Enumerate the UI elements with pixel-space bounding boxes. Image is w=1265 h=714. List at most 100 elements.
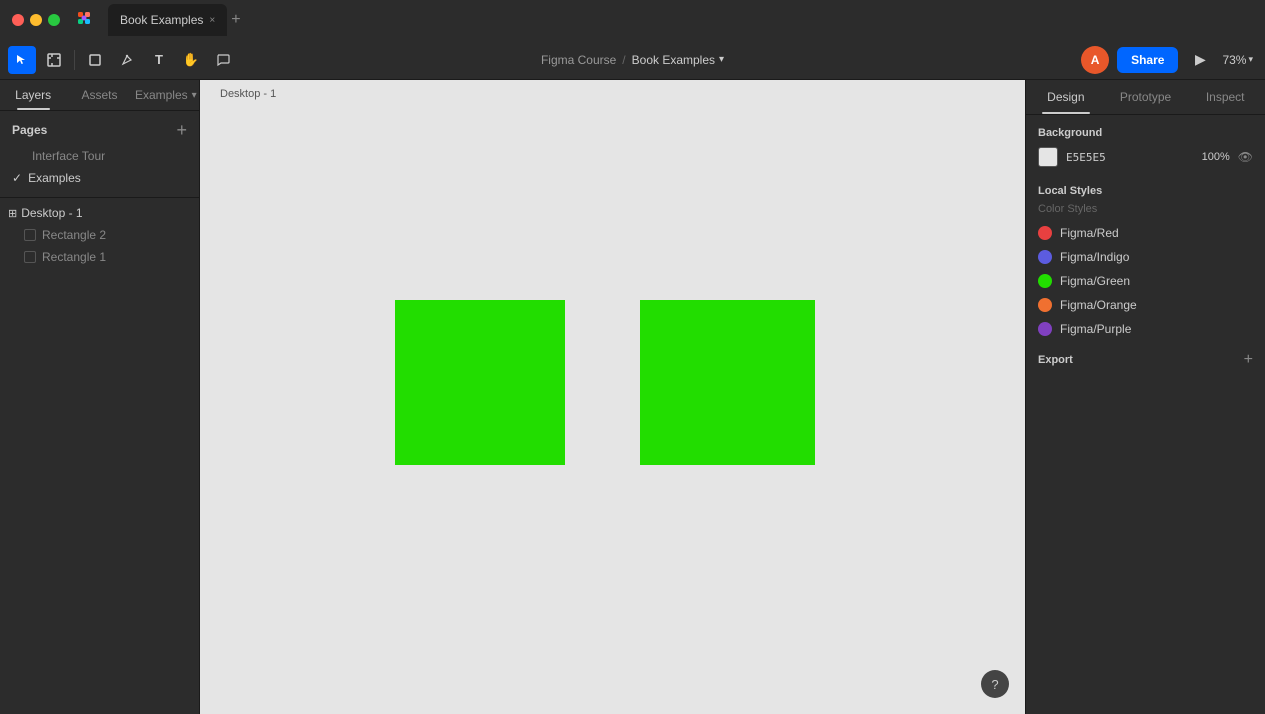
layer-item-rectangle1[interactable]: Rectangle 1 bbox=[0, 246, 199, 268]
color-style-item[interactable]: Figma/Red bbox=[1026, 221, 1265, 245]
toolbar: T ✋ Figma Course / Book Examples ▾ A Sha… bbox=[0, 40, 1265, 80]
layers-divider bbox=[0, 197, 199, 198]
zoom-chevron-icon: ▾ bbox=[1248, 54, 1253, 65]
layer-item-rectangle2[interactable]: Rectangle 2 bbox=[0, 224, 199, 246]
avatar: A bbox=[1081, 46, 1109, 74]
tab-label: Book Examples bbox=[120, 13, 203, 27]
rectangle-2[interactable] bbox=[640, 300, 815, 465]
play-button[interactable]: ▶ bbox=[1186, 46, 1214, 74]
layer-frame-group[interactable]: ⊞ Desktop - 1 bbox=[0, 202, 199, 224]
right-panel: Design Prototype Inspect Background E5E5… bbox=[1025, 80, 1265, 714]
pages-header: Pages + bbox=[0, 111, 199, 145]
bg-color-swatch[interactable] bbox=[1038, 147, 1058, 167]
tab-assets[interactable]: Assets bbox=[66, 80, 132, 110]
bg-opacity-value[interactable]: 100% bbox=[1202, 151, 1230, 163]
export-title: Export bbox=[1038, 354, 1073, 366]
color-swatch-dot bbox=[1038, 322, 1052, 336]
page-item-interface-tour[interactable]: Interface Tour bbox=[0, 145, 199, 167]
layer-label: Rectangle 1 bbox=[42, 250, 106, 264]
move-tool-button[interactable] bbox=[8, 46, 36, 74]
tab-close-icon[interactable]: × bbox=[209, 15, 215, 26]
tab-assets-label: Assets bbox=[81, 88, 117, 102]
right-panel-tabs: Design Prototype Inspect bbox=[1026, 80, 1265, 115]
tab-inspect[interactable]: Inspect bbox=[1185, 80, 1265, 114]
tab-inspect-label: Inspect bbox=[1206, 90, 1245, 104]
rectangle-1[interactable] bbox=[395, 300, 565, 465]
breadcrumb-current-label: Book Examples bbox=[632, 53, 715, 67]
left-panel: Layers Assets Examples ▾ Pages + Interfa… bbox=[0, 80, 200, 714]
color-swatch-dot bbox=[1038, 250, 1052, 264]
comment-tool-button[interactable] bbox=[209, 46, 237, 74]
color-style-name: Figma/Green bbox=[1060, 274, 1130, 288]
layer-visibility-checkbox[interactable] bbox=[24, 251, 36, 263]
zoom-level: 73% bbox=[1222, 53, 1246, 67]
background-row: E5E5E5 100% 👁 bbox=[1038, 147, 1253, 167]
panel-tabs: Layers Assets Examples ▾ bbox=[0, 80, 199, 111]
color-style-name: Figma/Indigo bbox=[1060, 250, 1129, 264]
hand-tool-button[interactable]: ✋ bbox=[177, 46, 205, 74]
window-controls bbox=[12, 14, 60, 26]
zoom-control[interactable]: 73% ▾ bbox=[1222, 53, 1253, 67]
figma-logo bbox=[76, 10, 92, 31]
color-styles-list: Figma/Red Figma/Indigo Figma/Green Figma/Or… bbox=[1026, 221, 1265, 341]
toolbar-right: A Share ▶ 73% ▾ bbox=[1069, 46, 1265, 74]
bg-hex-value[interactable]: E5E5E5 bbox=[1066, 151, 1194, 164]
color-style-item[interactable]: Figma/Orange bbox=[1026, 293, 1265, 317]
background-section: Background E5E5E5 100% 👁 bbox=[1026, 115, 1265, 175]
help-button[interactable]: ? bbox=[981, 670, 1009, 698]
color-style-name: Figma/Purple bbox=[1060, 322, 1131, 336]
color-style-item[interactable]: Figma/Indigo bbox=[1026, 245, 1265, 269]
page-item-examples[interactable]: ✓ Examples bbox=[0, 167, 199, 189]
color-style-name: Figma/Orange bbox=[1060, 298, 1137, 312]
minimize-button[interactable] bbox=[30, 14, 42, 26]
canvas[interactable]: Desktop - 1 ? bbox=[200, 80, 1025, 714]
breadcrumb-chevron-icon: ▾ bbox=[719, 54, 724, 65]
color-style-item[interactable]: Figma/Green bbox=[1026, 269, 1265, 293]
color-styles-label: Color Styles bbox=[1026, 203, 1265, 221]
color-swatch-dot bbox=[1038, 274, 1052, 288]
color-style-item[interactable]: Figma/Purple bbox=[1026, 317, 1265, 341]
breadcrumb-separator: / bbox=[622, 53, 625, 67]
tab-prototype[interactable]: Prototype bbox=[1106, 80, 1186, 114]
add-page-button[interactable]: + bbox=[176, 121, 187, 139]
export-header: Export + bbox=[1026, 341, 1265, 379]
tab-area: Book Examples × + bbox=[108, 4, 241, 36]
frame-label: Desktop - 1 bbox=[220, 88, 276, 100]
tool-divider-1 bbox=[74, 50, 75, 70]
bg-visibility-icon[interactable]: 👁 bbox=[1238, 150, 1253, 164]
pen-tool-button[interactable] bbox=[113, 46, 141, 74]
examples-chevron-icon: ▾ bbox=[192, 90, 197, 101]
pages-title: Pages bbox=[12, 123, 47, 137]
layer-visibility-checkbox[interactable] bbox=[24, 229, 36, 241]
new-tab-button[interactable]: + bbox=[231, 11, 240, 29]
breadcrumb-parent[interactable]: Figma Course bbox=[541, 53, 616, 67]
text-tool-button[interactable]: T bbox=[145, 46, 173, 74]
breadcrumb-current[interactable]: Book Examples ▾ bbox=[632, 53, 724, 67]
page-active-icon: ✓ bbox=[12, 171, 22, 185]
frame-tool-button[interactable] bbox=[40, 46, 68, 74]
frame-icon: ⊞ bbox=[8, 207, 17, 220]
close-button[interactable] bbox=[12, 14, 24, 26]
tab-prototype-label: Prototype bbox=[1120, 90, 1171, 104]
share-button[interactable]: Share bbox=[1117, 47, 1178, 73]
titlebar: Book Examples × + bbox=[0, 0, 1265, 40]
toolbar-center: Figma Course / Book Examples ▾ bbox=[541, 53, 724, 67]
tab-examples[interactable]: Examples ▾ bbox=[133, 80, 199, 110]
tab-design[interactable]: Design bbox=[1026, 80, 1106, 114]
shape-tool-button[interactable] bbox=[81, 46, 109, 74]
export-add-button[interactable]: + bbox=[1244, 351, 1253, 369]
page-label: Examples bbox=[28, 171, 81, 185]
page-label: Interface Tour bbox=[32, 149, 105, 163]
local-styles-header: Local Styles bbox=[1026, 175, 1265, 203]
layer-label: Rectangle 2 bbox=[42, 228, 106, 242]
main-area: Layers Assets Examples ▾ Pages + Interfa… bbox=[0, 80, 1265, 714]
maximize-button[interactable] bbox=[48, 14, 60, 26]
tab-layers-label: Layers bbox=[15, 88, 51, 102]
tab-book-examples[interactable]: Book Examples × bbox=[108, 4, 227, 36]
tab-layers[interactable]: Layers bbox=[0, 80, 66, 110]
layer-frame-label: Desktop - 1 bbox=[21, 206, 82, 220]
background-title: Background bbox=[1038, 127, 1253, 139]
tab-examples-label: Examples bbox=[135, 88, 188, 102]
tab-design-label: Design bbox=[1047, 90, 1084, 104]
color-style-name: Figma/Red bbox=[1060, 226, 1119, 240]
